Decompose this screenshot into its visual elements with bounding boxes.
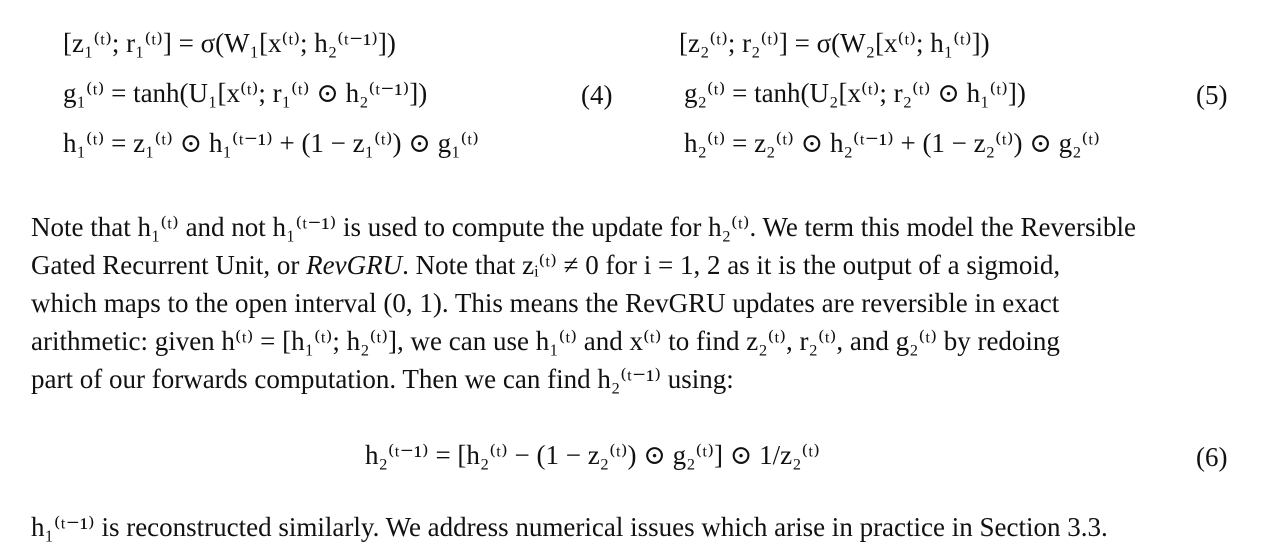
paragraph-1-line-5: part of our forwards computation. Then w… <box>31 364 734 394</box>
paragraph-1-line-3: which maps to the open interval (0, 1). … <box>31 288 1060 318</box>
paragraph-1-line-1: Note that h₁⁽ᵗ⁾ and not h₁⁽ᵗ⁻¹⁾ is used … <box>31 212 1136 242</box>
eq5-line1: [z₂⁽ᵗ⁾; r₂⁽ᵗ⁾] = σ(W₂[x⁽ᵗ⁾; h₁⁽ᵗ⁾]) <box>679 28 990 58</box>
eq5-number: (5) <box>1196 80 1228 110</box>
eq5-line2: g₂⁽ᵗ⁾ = tanh(U₂[x⁽ᵗ⁾; r₂⁽ᵗ⁾ ⊙ h₁⁽ᵗ⁾]) <box>684 78 1026 108</box>
paragraph-1-line-2-a: Gated Recurrent Unit, or <box>31 250 307 280</box>
paragraph-1-line-4: arithmetic: given h⁽ᵗ⁾ = [h₁⁽ᵗ⁾; h₂⁽ᵗ⁾],… <box>31 326 1060 356</box>
eq5-line3: h₂⁽ᵗ⁾ = z₂⁽ᵗ⁾ ⊙ h₂⁽ᵗ⁻¹⁾ + (1 − z₂⁽ᵗ⁾) ⊙ … <box>684 128 1100 158</box>
paragraph-2-line-1: h₁⁽ᵗ⁻¹⁾ is reconstructed similarly. We a… <box>31 512 1108 542</box>
eq4-line3: h₁⁽ᵗ⁾ = z₁⁽ᵗ⁾ ⊙ h₁⁽ᵗ⁻¹⁾ + (1 − z₁⁽ᵗ⁾) ⊙ … <box>63 128 479 158</box>
paragraph-2: h₁⁽ᵗ⁻¹⁾ is reconstructed similarly. We a… <box>31 508 1231 546</box>
eq4-line1: [z₁⁽ᵗ⁾; r₁⁽ᵗ⁾] = σ(W₁[x⁽ᵗ⁾; h₂⁽ᵗ⁻¹⁾]) <box>63 28 396 58</box>
revgru-emphasis: RevGRU <box>306 250 403 280</box>
paragraph-1: Note that h₁⁽ᵗ⁾ and not h₁⁽ᵗ⁻¹⁾ is used … <box>31 208 1231 398</box>
paragraph-1-line-2-b: . Note that zᵢ⁽ᵗ⁾ ≠ 0 for i = 1, 2 as it… <box>402 250 1061 280</box>
eq6: h₂⁽ᵗ⁻¹⁾ = [h₂⁽ᵗ⁾ − (1 − z₂⁽ᵗ⁾) ⊙ g₂⁽ᵗ⁾] … <box>365 440 820 470</box>
eq6-number: (6) <box>1196 442 1228 472</box>
eq4-line2: g₁⁽ᵗ⁾ = tanh(U₁[x⁽ᵗ⁾; r₁⁽ᵗ⁾ ⊙ h₂⁽ᵗ⁻¹⁾]) <box>63 78 428 108</box>
eq4-number: (4) <box>581 80 613 110</box>
paragraph-1-line-2: Gated Recurrent Unit, or RevGRU. Note th… <box>31 246 1231 284</box>
